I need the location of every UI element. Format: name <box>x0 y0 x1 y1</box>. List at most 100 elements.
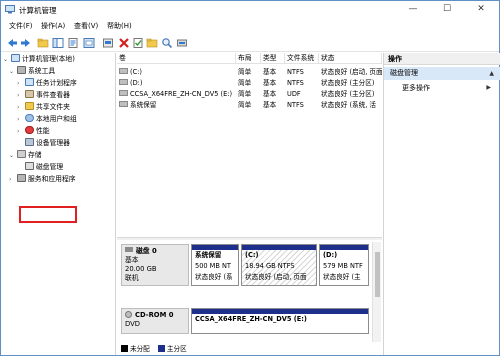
expand-arrow-icon[interactable]: › <box>17 114 25 125</box>
disk-view-icon[interactable] <box>176 37 188 49</box>
tree-item-label: 本地用户和组 <box>36 115 77 123</box>
collapse-arrow-icon[interactable]: ⌄ <box>3 54 11 65</box>
tree-item-computer-management[interactable]: ⌄ 计算机管理(本地) <box>3 54 75 65</box>
volume-layout: 简单 <box>238 101 252 109</box>
partition-system-reserved[interactable]: 系统保留 500 MB NT 状态良好 (系 <box>191 244 239 286</box>
tree-item-label: 磁盘管理 <box>36 163 64 171</box>
menu-file[interactable]: 文件(F) <box>9 21 33 31</box>
storage-icon <box>17 150 26 158</box>
navigation-tree: ⌄ 计算机管理(本地) ⌄ 系统工具 › 任务计划程序 › 事件查看器 › 共享文件夹 ›… <box>3 53 116 355</box>
expand-arrow-icon[interactable]: › <box>17 126 25 137</box>
volume-filesystem: UDF <box>287 90 301 98</box>
forward-arrow-icon[interactable] <box>20 37 32 49</box>
tree-item-label: 存储 <box>28 151 42 159</box>
more-actions-link[interactable]: 更多操作 <box>402 83 430 93</box>
partition-size: 500 MB NT <box>195 262 231 270</box>
partition-e[interactable]: CCSA_X64FRE_ZH-CN_DV5 (E:) <box>191 308 369 334</box>
actions-header: 操作 <box>384 53 500 65</box>
tree-item-label: 任务计划程序 <box>36 79 77 87</box>
collapse-arrow-icon[interactable]: ⌄ <box>9 66 17 77</box>
column-header-filesystem[interactable]: 文件系统 <box>285 53 319 64</box>
more-actions-label: 更多操作 <box>402 84 430 92</box>
event-viewer-icon <box>25 90 34 98</box>
disk-map: 磁盘 0 基本 20.00 GB 联机 系统保留 500 MB NT 状态良好 … <box>117 240 382 355</box>
volume-status: 状态良好 (启动, 页面 <box>321 68 382 76</box>
cdrom-0-label[interactable]: CD-ROM 0 DVD <box>121 308 189 334</box>
performance-icon <box>25 126 34 134</box>
services-icon <box>17 174 26 182</box>
menu-action[interactable]: 操作(A) <box>41 21 65 31</box>
partition-size: 18.94 GB NTFS <box>245 262 295 270</box>
search-icon[interactable] <box>161 37 173 49</box>
volume-list: 卷 布局 类型 文件系统 状态 (C:) 简单 基本 NTFS 状态良好 (启动… <box>117 53 382 237</box>
connect-icon[interactable] <box>102 37 114 49</box>
volume-filesystem: NTFS <box>287 101 304 109</box>
collapse-up-icon[interactable]: ▲ <box>489 67 494 80</box>
volume-row[interactable]: CCSA_X64FRE_ZH-CN_DV5 (E:) 简单 基本 UDF 状态良… <box>117 89 382 99</box>
disk-0-label[interactable]: 磁盘 0 基本 20.00 GB 联机 <box>121 244 189 286</box>
expand-arrow-icon[interactable]: › <box>17 102 25 113</box>
submenu-arrow-icon[interactable]: ▶ <box>486 84 491 91</box>
tree-item-system-tools[interactable]: ⌄ 系统工具 <box>9 66 55 77</box>
properties-icon[interactable] <box>67 37 79 49</box>
partition-name: (D:) <box>323 251 338 259</box>
close-button[interactable]: ✕ <box>466 1 496 18</box>
tree-item-task-scheduler[interactable]: › 任务计划程序 <box>17 78 77 89</box>
legend-swatch-primary <box>157 345 165 352</box>
disk-management-icon <box>25 162 34 170</box>
menu-bar: 文件(F) 操作(A) 查看(V) 帮助(H) <box>1 19 499 33</box>
check-icon[interactable] <box>132 37 144 49</box>
tree-item-event-viewer[interactable]: › 事件查看器 <box>17 90 70 101</box>
window-title: 计算机管理 <box>19 6 57 15</box>
tree-item-performance[interactable]: › 性能 <box>17 126 50 137</box>
column-header-volume[interactable]: 卷 <box>117 53 236 64</box>
tree-item-label: 共享文件夹 <box>36 103 70 111</box>
expand-arrow-icon[interactable]: › <box>9 174 17 185</box>
show-hide-tree-icon[interactable] <box>52 37 64 49</box>
menu-help[interactable]: 帮助(H) <box>107 21 132 31</box>
tree-item-storage[interactable]: ⌄ 存储 <box>9 150 42 161</box>
toolbar <box>1 34 499 52</box>
volume-row[interactable]: (D:) 简单 基本 NTFS 状态良好 (主分区) <box>117 78 382 88</box>
tree-item-shared-folders[interactable]: › 共享文件夹 <box>17 102 70 113</box>
tree-item-services-apps[interactable]: › 服务和应用程序 <box>9 174 76 185</box>
volume-row[interactable]: 系统保留 简单 基本 NTFS 状态良好 (系统, 活 <box>117 100 382 110</box>
legend: 未分配 主分区 <box>121 344 187 354</box>
help-icon[interactable] <box>83 37 95 49</box>
disk-map-scrollbar[interactable] <box>372 242 381 342</box>
collapse-arrow-icon[interactable]: ⌄ <box>9 150 17 161</box>
partition-c[interactable]: (C:) 18.94 GB NTFS 状态良好 (启动, 页面 <box>241 244 317 286</box>
maximize-button[interactable]: ☐ <box>432 1 462 18</box>
actions-section-disk-management[interactable]: 磁盘管理 ▲ <box>384 67 500 80</box>
expand-arrow-icon[interactable]: › <box>17 78 25 89</box>
open-folder-icon[interactable] <box>146 37 158 49</box>
tree-item-disk-management[interactable]: 磁盘管理 <box>17 162 63 173</box>
legend-label-primary: 主分区 <box>166 345 187 353</box>
computer-management-icon <box>5 5 15 14</box>
back-arrow-icon[interactable] <box>6 37 18 49</box>
partition-name: 系统保留 <box>195 251 222 259</box>
volume-type: 基本 <box>263 68 277 76</box>
actions-header-label: 操作 <box>388 55 402 63</box>
partition-size: 579 MB NTF <box>323 262 363 270</box>
tree-item-local-users[interactable]: › 本地用户和组 <box>17 114 77 125</box>
up-folder-icon[interactable] <box>37 37 49 49</box>
volume-name: (C:) <box>130 68 142 76</box>
column-header-layout[interactable]: 布局 <box>236 53 261 64</box>
expand-arrow-icon[interactable]: › <box>17 90 25 101</box>
partition-status: 状态良好 (主 <box>323 273 361 281</box>
volume-name: CCSA_X64FRE_ZH-CN_DV5 (E:) <box>130 90 233 98</box>
volume-row[interactable]: (C:) 简单 基本 NTFS 状态良好 (启动, 页面 <box>117 67 382 77</box>
partition-d[interactable]: (D:) 579 MB NTF 状态良好 (主 <box>319 244 369 286</box>
tree-item-label: 服务和应用程序 <box>28 175 76 183</box>
column-header-type[interactable]: 类型 <box>261 53 285 64</box>
column-header-status[interactable]: 状态 <box>319 53 382 64</box>
partition-status: 状态良好 (系 <box>195 273 233 281</box>
minimize-button[interactable]: — <box>398 1 428 18</box>
menu-view[interactable]: 查看(V) <box>74 21 98 31</box>
scrollbar-thumb[interactable] <box>375 252 380 297</box>
task-scheduler-icon <box>25 78 34 86</box>
actions-section-label: 磁盘管理 <box>390 69 418 77</box>
tree-item-device-manager[interactable]: 设备管理器 <box>17 138 70 149</box>
delete-icon[interactable] <box>118 37 130 49</box>
